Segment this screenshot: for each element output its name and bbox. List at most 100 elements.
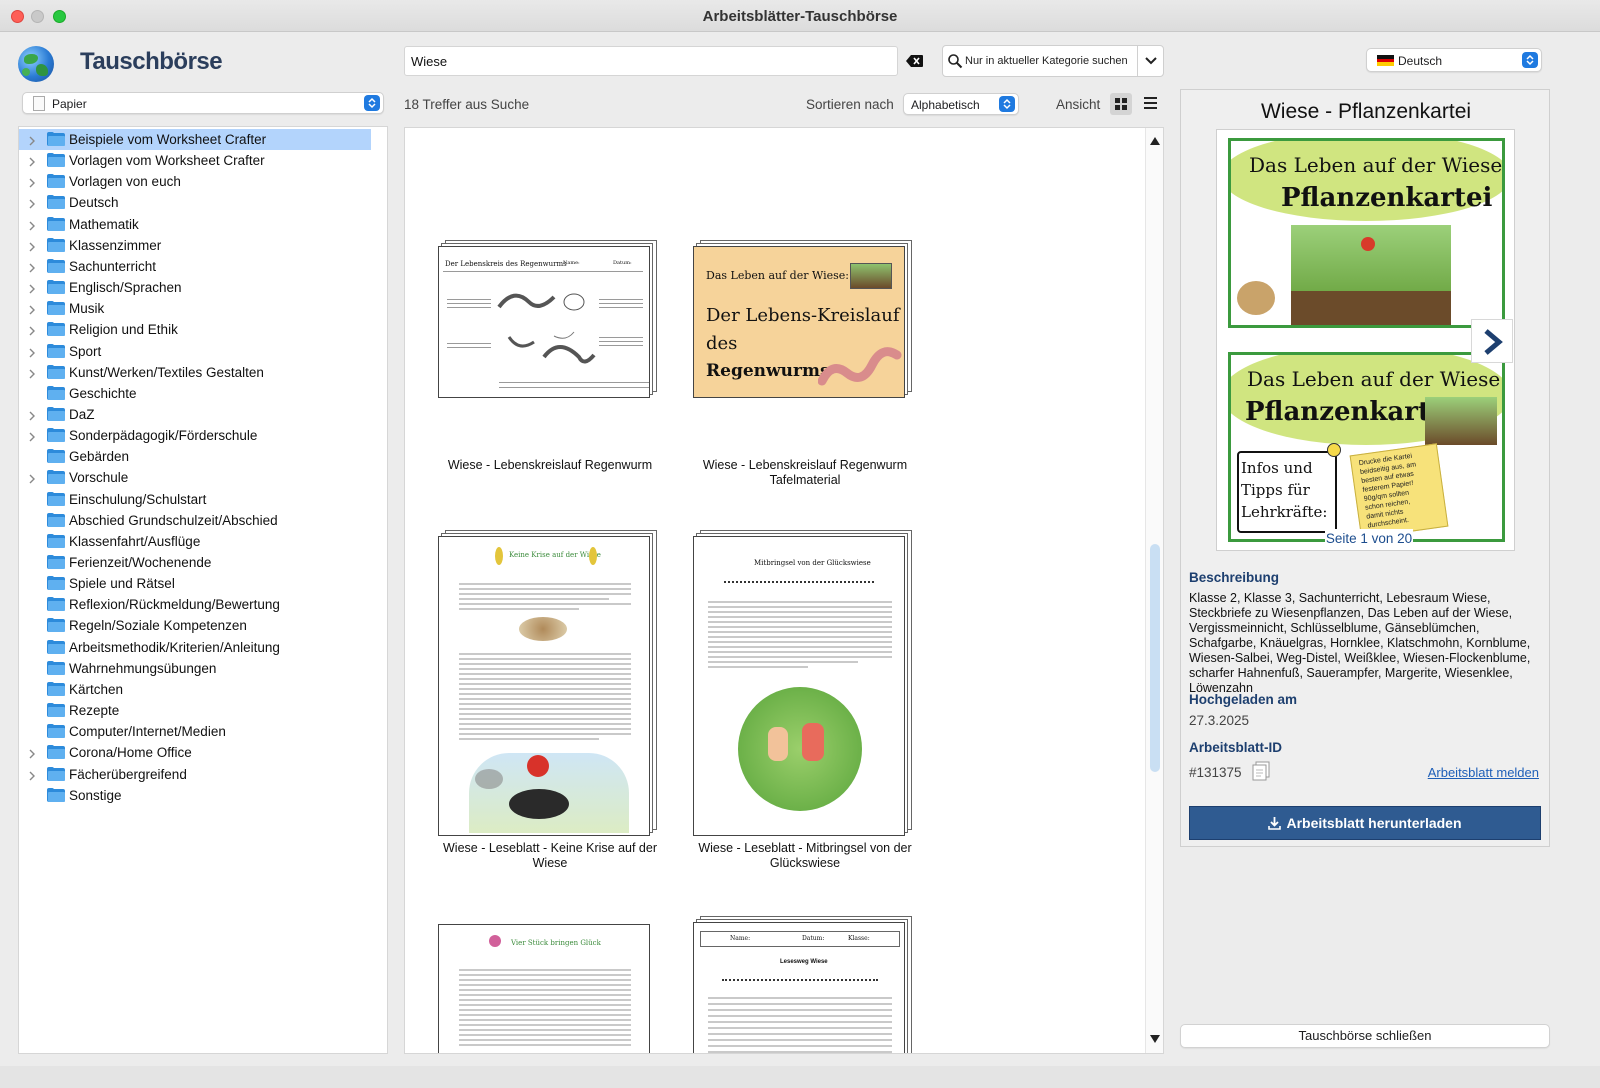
tree-item[interactable]: Englisch/Sprachen	[19, 277, 371, 298]
tree-item[interactable]: Klassenfahrt/Ausflüge	[19, 531, 371, 552]
chevron-right-icon[interactable]	[28, 472, 36, 487]
next-page-button[interactable]	[1471, 319, 1513, 363]
tree-item-label: Corona/Home Office	[69, 745, 192, 761]
copy-icon[interactable]	[1251, 761, 1271, 781]
tree-item[interactable]: Kunst/Werken/Textiles Gestalten	[19, 362, 371, 383]
sort-value: Alphabetisch	[911, 98, 980, 112]
result-card[interactable]: Keine Krise auf der Wiese Wiese - Lesebl…	[435, 530, 665, 875]
chevron-right-icon[interactable]	[28, 134, 36, 149]
results-scrollbar[interactable]	[1145, 128, 1163, 1053]
updown-arrows-icon	[999, 96, 1015, 112]
folder-icon	[47, 470, 65, 485]
folder-icon	[47, 597, 65, 612]
preview-page: Das Leben auf der Wiese Pflanzenkartei	[1228, 138, 1505, 328]
result-card[interactable]: Vier Stück bringen Glück	[435, 922, 665, 1053]
scroll-up-arrow-icon[interactable]	[1150, 134, 1160, 149]
folder-icon	[47, 576, 65, 591]
chevron-right-icon[interactable]	[28, 155, 36, 170]
download-icon	[1268, 817, 1282, 830]
chevron-right-icon[interactable]	[28, 367, 36, 382]
tree-item[interactable]: Corona/Home Office	[19, 742, 371, 763]
result-card[interactable]: Mitbringsel von der Glückswiese Wiese - …	[690, 530, 920, 875]
tree-item[interactable]: Religion und Ethik	[19, 319, 371, 340]
globe-logo-icon	[18, 46, 54, 82]
tree-item[interactable]: Fächerübergreifend	[19, 764, 371, 785]
tree-item[interactable]: Reflexion/Rückmeldung/Bewertung	[19, 594, 371, 615]
scroll-down-arrow-icon[interactable]	[1150, 1032, 1160, 1047]
folder-icon	[47, 533, 65, 548]
clear-search-icon[interactable]	[906, 53, 924, 69]
tree-item[interactable]: Sachunterricht	[19, 256, 371, 277]
folder-icon	[47, 660, 65, 675]
results-count: 18 Treffer aus Suche	[404, 97, 530, 112]
tree-item-label: Geschichte	[69, 385, 137, 401]
tree-item[interactable]: Mathematik	[19, 214, 371, 235]
category-type-select[interactable]: Papier	[22, 92, 384, 114]
tree-item[interactable]: Vorlagen von euch	[19, 171, 371, 192]
tree-item[interactable]: Sport	[19, 341, 371, 362]
report-worksheet-link[interactable]: Arbeitsblatt melden	[1428, 765, 1539, 780]
close-exchange-button[interactable]: Tauschbörse schließen	[1180, 1024, 1550, 1048]
chevron-right-icon[interactable]	[28, 303, 36, 318]
preview-page: Das Leben auf der Wiese Pflanzenkartei I…	[1228, 352, 1505, 542]
tree-item[interactable]: Wahrnehmungsübungen	[19, 658, 371, 679]
result-card[interactable]: Name: Datum: Klasse: Lesesweg Wiese	[690, 914, 920, 1053]
tree-item-label: DaZ	[69, 406, 95, 422]
tree-item[interactable]: Vorschule	[19, 467, 371, 488]
uploaded-date: 27.3.2025	[1189, 713, 1250, 728]
result-card-title: Wiese - Leseblatt - Mitbringsel von der …	[698, 841, 912, 870]
tree-item[interactable]: Spiele und Rätsel	[19, 573, 371, 594]
tree-item[interactable]: Ferienzeit/Wochenende	[19, 552, 371, 573]
scrollbar-thumb[interactable]	[1150, 544, 1160, 772]
tree-item[interactable]: DaZ	[19, 404, 371, 425]
tree-item[interactable]: Musik	[19, 298, 371, 319]
tree-item[interactable]: Sonderpädagogik/Förderschule	[19, 425, 371, 446]
chevron-right-icon[interactable]	[28, 409, 36, 424]
folder-icon	[47, 555, 65, 569]
tree-item[interactable]: Arbeitsmethodik/Kriterien/Anleitung	[19, 637, 371, 658]
chevron-right-icon[interactable]	[28, 747, 36, 762]
folder-icon	[47, 787, 65, 802]
chevron-right-icon[interactable]	[28, 769, 36, 784]
title-bar: Arbeitsblätter-Tauschbörse	[0, 0, 1600, 32]
tree-item-label: Abschied Grundschulzeit/Abschied	[69, 512, 278, 528]
tree-item[interactable]: Klassenzimmer	[19, 235, 371, 256]
result-card[interactable]: Das Leben auf der Wiese: Der Lebens-Krei…	[690, 238, 920, 488]
chevron-down-icon[interactable]	[1137, 46, 1163, 76]
chevron-right-icon[interactable]	[28, 346, 36, 361]
tree-item[interactable]: Computer/Internet/Medien	[19, 721, 371, 742]
chevron-right-icon[interactable]	[28, 261, 36, 276]
worksheet-thumbnail: Der Lebenskreis des Regenwurms Name: Dat…	[438, 246, 650, 398]
tree-item[interactable]: Regeln/Soziale Kompetenzen	[19, 615, 371, 636]
tree-item[interactable]: Sonstige	[19, 785, 371, 806]
chevron-right-icon[interactable]	[28, 240, 36, 255]
result-card-title: Wiese - Lebenskreislauf Regenwurm Tafelm…	[702, 458, 908, 487]
tree-item[interactable]: Rezepte	[19, 700, 371, 721]
tree-item[interactable]: Gebärden	[19, 446, 371, 467]
tree-item-label: Einschulung/Schulstart	[69, 491, 207, 507]
grid-view-icon[interactable]	[1110, 93, 1132, 115]
sort-select[interactable]: Alphabetisch	[903, 93, 1019, 115]
tree-item[interactable]: Beispiele vom Worksheet Crafter	[19, 129, 371, 150]
tree-item[interactable]: Deutsch	[19, 192, 371, 213]
folder-icon	[47, 406, 65, 421]
chevron-right-icon[interactable]	[28, 219, 36, 234]
chevron-right-icon[interactable]	[28, 282, 36, 297]
list-view-icon[interactable]	[1140, 94, 1160, 114]
tree-item[interactable]: Vorlagen vom Worksheet Crafter	[19, 150, 371, 171]
chevron-right-icon[interactable]	[28, 176, 36, 191]
tree-item[interactable]: Kärtchen	[19, 679, 371, 700]
tree-item[interactable]: Geschichte	[19, 383, 371, 404]
chevron-right-icon[interactable]	[28, 197, 36, 212]
chevron-right-icon[interactable]	[28, 324, 36, 339]
tree-item-label: Sachunterricht	[69, 258, 157, 274]
chevron-right-icon[interactable]	[28, 430, 36, 445]
tree-item[interactable]: Abschied Grundschulzeit/Abschied	[19, 510, 371, 531]
search-scope-select[interactable]: Nur in aktueller Kategorie suchen	[942, 45, 1164, 77]
german-flag-icon	[1377, 55, 1394, 66]
download-worksheet-button[interactable]: Arbeitsblatt herunterladen	[1189, 806, 1541, 840]
search-input[interactable]	[404, 46, 898, 76]
language-select[interactable]: Deutsch	[1366, 48, 1542, 72]
result-card[interactable]: Der Lebenskreis des Regenwurms Name: Dat…	[435, 238, 665, 488]
tree-item[interactable]: Einschulung/Schulstart	[19, 489, 371, 510]
